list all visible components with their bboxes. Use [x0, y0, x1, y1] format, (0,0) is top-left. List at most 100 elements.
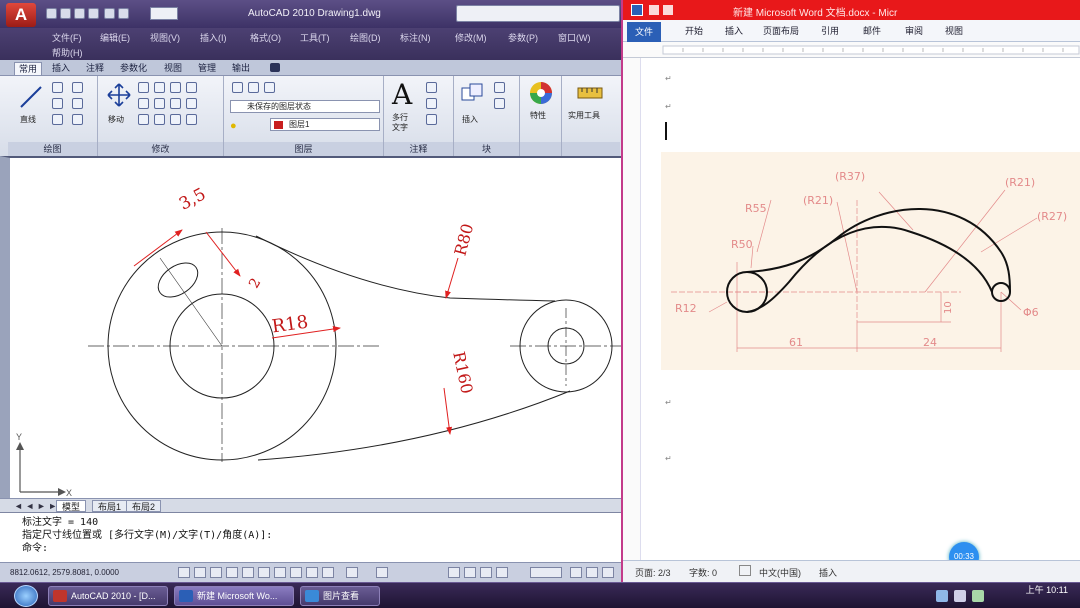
tray-flag-icon[interactable]	[972, 590, 984, 602]
polar-mode-icon[interactable]	[226, 567, 238, 578]
autocad-infocenter[interactable]	[456, 5, 620, 22]
tab-home[interactable]: 常用	[14, 62, 43, 75]
word-tab-view[interactable]: 视图	[945, 24, 963, 37]
word-tab-review[interactable]: 审阅	[905, 24, 923, 37]
lineweight-icon[interactable]	[306, 567, 318, 578]
layer-state-icon[interactable]	[248, 82, 259, 93]
circle-icon[interactable]	[52, 98, 63, 109]
autocad-logo-icon[interactable]: A	[6, 3, 36, 27]
color-wheel-icon[interactable]	[528, 80, 554, 106]
grid-mode-icon[interactable]	[194, 567, 206, 578]
arc-icon[interactable]	[52, 114, 63, 125]
layer-state-dropdown[interactable]: 未保存的图层状态	[230, 100, 380, 113]
tab-output[interactable]: 输出	[228, 62, 254, 75]
page-count[interactable]: 页面: 2/3	[635, 566, 671, 579]
rectangle-icon[interactable]	[72, 82, 83, 93]
redo-icon[interactable]	[118, 8, 129, 19]
menu-edit[interactable]: 编辑(E)	[100, 31, 130, 44]
offset-icon[interactable]	[170, 114, 181, 125]
word-app-icon[interactable]	[631, 4, 643, 16]
menu-params[interactable]: 参数(P)	[508, 31, 538, 44]
annotation-scale-dropdown[interactable]	[530, 567, 562, 578]
block-group-label[interactable]: 块	[454, 142, 519, 156]
draw-group-label[interactable]: 绘图	[8, 142, 97, 156]
menu-window[interactable]: 窗口(W)	[558, 31, 591, 44]
tab-view[interactable]: 视图	[160, 62, 186, 75]
measure-tool-icon[interactable]	[576, 84, 604, 104]
word-save-icon[interactable]	[649, 5, 659, 15]
stretch-icon[interactable]	[154, 98, 165, 109]
modify-group-label[interactable]: 修改	[98, 142, 223, 156]
taskbar-word[interactable]: 新建 Microsoft Wo...	[174, 586, 294, 606]
layout-nav-arrows-icon[interactable]: ◄ ◄ ► ►	[14, 501, 57, 511]
array-icon[interactable]	[186, 98, 197, 109]
taskbar-autocad[interactable]: AutoCAD 2010 - [D...	[48, 586, 168, 606]
lock-icon[interactable]	[586, 567, 598, 578]
ducs-icon[interactable]	[274, 567, 286, 578]
proofing-icon[interactable]	[739, 565, 751, 576]
word-tab-mailings[interactable]: 邮件	[863, 24, 881, 37]
command-prompt[interactable]: 命令:	[22, 542, 622, 555]
word-tab-home[interactable]: 开始	[685, 24, 703, 37]
extend-icon[interactable]	[186, 114, 197, 125]
pan-icon[interactable]	[448, 567, 460, 578]
steeringwheel-icon[interactable]	[480, 567, 492, 578]
move-tool-icon[interactable]	[106, 82, 132, 108]
word-tab-layout[interactable]: 页面布局	[763, 24, 799, 37]
model-space-icon[interactable]	[346, 567, 358, 578]
dimension-icon[interactable]	[426, 82, 437, 93]
word-undo-icon[interactable]	[663, 5, 673, 15]
taskbar-image-viewer[interactable]: 图片查看	[300, 586, 380, 606]
annotate-group-label[interactable]: 注释	[384, 142, 453, 156]
otrack-icon[interactable]	[258, 567, 270, 578]
menu-insert[interactable]: 插入(I)	[200, 31, 227, 44]
tab-annotate[interactable]: 注释	[82, 62, 108, 75]
snap-mode-icon[interactable]	[178, 567, 190, 578]
system-clock[interactable]: 上午 10:11	[1026, 585, 1068, 596]
menu-draw[interactable]: 绘图(D)	[350, 31, 381, 44]
create-block-icon[interactable]	[494, 82, 505, 93]
language-indicator[interactable]: 中文(中国)	[759, 566, 801, 579]
hatch-icon[interactable]	[72, 98, 83, 109]
menu-view[interactable]: 视图(V)	[150, 31, 180, 44]
undo-icon[interactable]	[104, 8, 115, 19]
layout-icon[interactable]	[376, 567, 388, 578]
line-tool-icon[interactable]	[18, 84, 44, 110]
multiline-text-icon[interactable]: A	[392, 78, 412, 111]
tab-model[interactable]: 模型	[56, 500, 87, 512]
word-tab-file[interactable]: 文件	[627, 22, 661, 42]
current-layer-dropdown[interactable]: 图层1	[270, 118, 380, 131]
scale-icon[interactable]	[170, 98, 181, 109]
embedded-figure[interactable]: (R37) (R21) (R21) (R27) R55 R50 R12 Φ6 1…	[661, 152, 1080, 370]
new-file-icon[interactable]	[46, 8, 57, 19]
menu-modify[interactable]: 修改(M)	[455, 31, 487, 44]
properties-group-label[interactable]	[520, 142, 561, 156]
tab-parametric[interactable]: 参数化	[116, 62, 151, 75]
dyn-input-icon[interactable]	[290, 567, 302, 578]
utilities-group-label[interactable]	[562, 142, 620, 156]
word-tab-insert[interactable]: 插入	[725, 24, 743, 37]
polyline-icon[interactable]	[52, 82, 63, 93]
layer-freeze-icon[interactable]	[264, 82, 275, 93]
vertical-ruler[interactable]	[623, 58, 641, 560]
table-icon[interactable]	[426, 114, 437, 125]
word-count[interactable]: 字数: 0	[689, 566, 717, 579]
drawing-canvas[interactable]: 3,5 2 R18 R80 R160 Y X	[0, 156, 622, 498]
erase-icon[interactable]	[138, 114, 149, 125]
word-tab-references[interactable]: 引用	[821, 24, 839, 37]
osnap-icon[interactable]	[242, 567, 254, 578]
open-file-icon[interactable]	[60, 8, 71, 19]
edit-block-icon[interactable]	[494, 98, 505, 109]
trim-icon[interactable]	[154, 82, 165, 93]
workspace-switch-icon[interactable]	[570, 567, 582, 578]
tab-insert[interactable]: 插入	[48, 62, 74, 75]
workspace-dropdown[interactable]	[150, 7, 178, 20]
lightbulb-icon[interactable]: ●	[230, 120, 237, 132]
print-icon[interactable]	[88, 8, 99, 19]
leader-icon[interactable]	[426, 98, 437, 109]
zoom-icon[interactable]	[464, 567, 476, 578]
insert-block-icon[interactable]	[460, 82, 486, 106]
tab-layout1[interactable]: 布局1	[92, 500, 128, 512]
horizontal-ruler[interactable]	[623, 42, 1080, 58]
ribbon-toggle-icon[interactable]	[270, 63, 280, 72]
